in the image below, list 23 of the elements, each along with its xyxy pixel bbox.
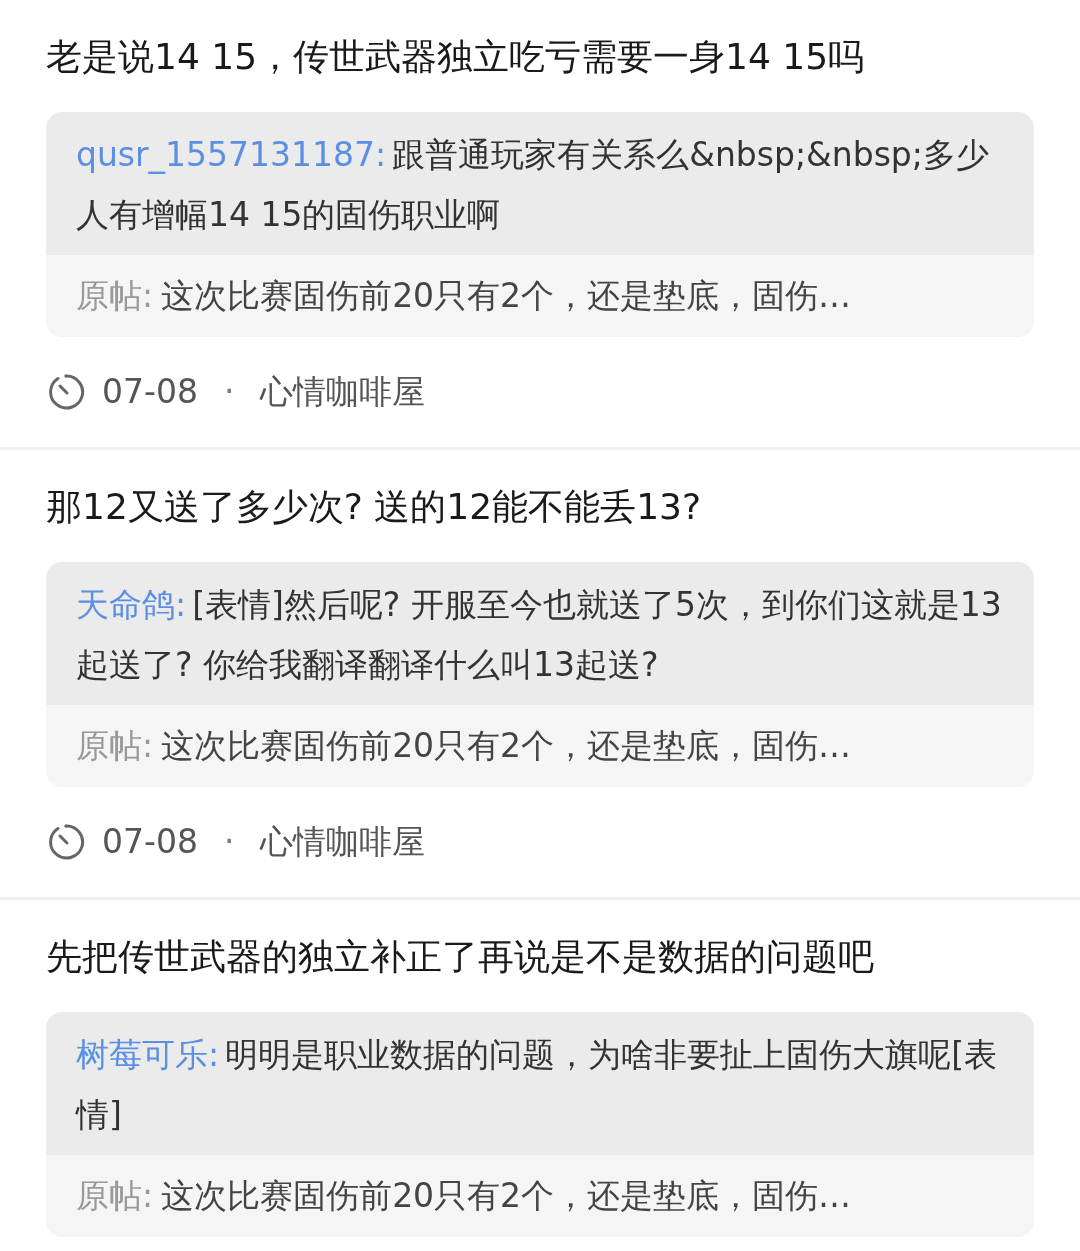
post-date: 07-08 — [102, 821, 198, 864]
forum-name[interactable]: 心情咖啡屋 — [260, 367, 426, 417]
reply-comment: 树莓可乐: 明明是职业数据的问题，为啥非要扯上固伤大旗呢[表情] — [76, 1034, 998, 1136]
post-title: 先把传世武器的独立补正了再说是不是数据的问题吧 — [46, 935, 875, 979]
post-title: 老是说14 15，传世武器独立吃亏需要一身14 15吗 — [46, 35, 866, 79]
post-date: 07-08 — [102, 371, 198, 414]
clock-icon — [46, 372, 86, 412]
dot-separator: · — [222, 371, 236, 414]
original-post-bar[interactable]: 原帖: 这次比赛固伤前20只有2个，还是垫底，固伤… — [46, 255, 1034, 337]
original-post-bar[interactable]: 原帖: 这次比赛固伤前20只有2个，还是垫底，固伤… — [46, 705, 1034, 787]
original-label: 原帖: — [76, 275, 154, 318]
clock-icon — [46, 822, 86, 862]
original-text: 这次比赛固伤前20只有2个，还是垫底，固伤… — [161, 725, 852, 768]
original-post-bar[interactable]: 原帖: 这次比赛固伤前20只有2个，还是垫底，固伤… — [46, 1155, 1034, 1237]
post-title: 那12又送了多少次? 送的12能不能丢13? — [46, 485, 703, 529]
original-text: 这次比赛固伤前20只有2个，还是垫底，固伤… — [161, 275, 852, 318]
dot-separator: · — [222, 821, 236, 864]
reply-comment: qusr_1557131187: 跟普通玩家有关系么&nbsp;&nbsp;多少人有增幅14 15的固伤职业啊 — [76, 134, 990, 236]
original-text: 这次比赛固伤前20只有2个，还是垫底，固伤… — [161, 1175, 852, 1218]
original-label: 原帖: — [76, 725, 154, 768]
original-label: 原帖: — [76, 1175, 154, 1218]
forum-name[interactable]: 心情咖啡屋 — [260, 817, 426, 867]
reply-comment: 天命鸽: [表情]然后呢? 开服至今也就送了5次，到你们这就是13起送了? 你给我翻译翻译什么叫13起送? — [76, 584, 1003, 686]
